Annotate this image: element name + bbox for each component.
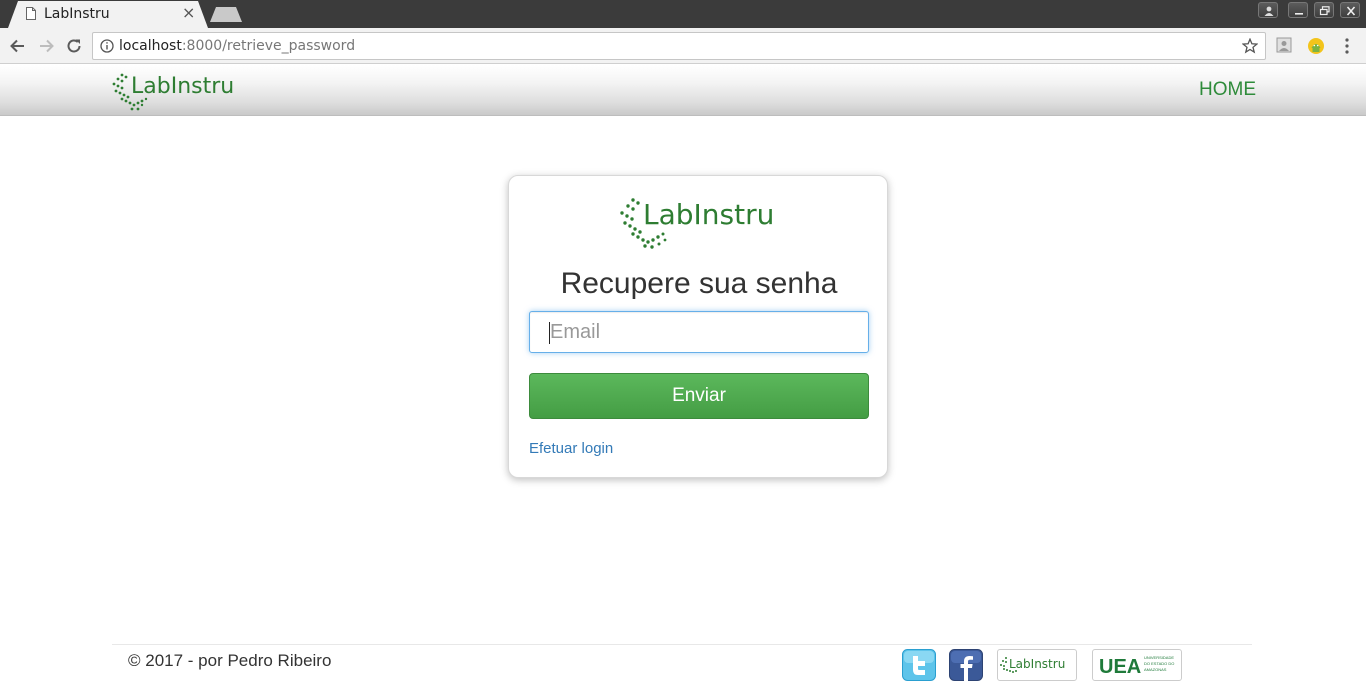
tab-close-icon[interactable]: × xyxy=(182,4,195,22)
person-icon xyxy=(1264,6,1274,16)
back-arrow-icon[interactable] xyxy=(8,36,28,56)
restore-icon xyxy=(1319,6,1330,16)
address-bar[interactable]: localhost:8000/retrieve_password xyxy=(92,32,1266,60)
site-header: LabInstru HOME xyxy=(0,65,1366,116)
info-icon[interactable] xyxy=(100,39,114,53)
uea-badge-logo: UEA UNIVERSIDADE DO ESTADO DO AMAZONAS xyxy=(1099,655,1174,678)
page-title: Recupere sua senha xyxy=(560,267,838,300)
retrieve-password-card: LabInstru Recupere sua senha Enviar Efet… xyxy=(508,175,888,478)
footer-divider xyxy=(112,644,1252,645)
minimize-button[interactable] xyxy=(1288,2,1308,18)
extension-profile-icon[interactable] xyxy=(1276,37,1292,53)
labinstru-badge-logo: LabInstru xyxy=(1000,657,1065,673)
profile-button[interactable] xyxy=(1258,2,1278,18)
restore-button[interactable] xyxy=(1314,2,1334,18)
close-icon xyxy=(1346,6,1356,16)
card-labinstru-logo: LabInstru xyxy=(620,198,774,249)
login-link[interactable]: Efetuar login xyxy=(529,440,613,457)
minimize-icon xyxy=(1295,13,1303,15)
labinstru-badge-text: LabInstru xyxy=(1009,657,1065,671)
page-icon xyxy=(26,7,36,20)
labinstru-badge[interactable]: LabInstru xyxy=(997,649,1077,681)
twitter-icon[interactable] xyxy=(902,649,936,681)
nav-home-link[interactable]: HOME xyxy=(1199,79,1256,101)
uea-badge-text: UEA xyxy=(1099,656,1141,678)
new-tab-button[interactable] xyxy=(210,7,242,22)
card-logo-text: LabInstru xyxy=(643,198,774,231)
url-host: localhost xyxy=(119,38,182,54)
browser-toolbar: localhost:8000/retrieve_password xyxy=(0,28,1366,64)
reload-icon[interactable] xyxy=(64,36,84,56)
copyright-text: © 2017 - por Pedro Ribeiro xyxy=(128,651,332,670)
header-logo-text: LabInstru xyxy=(131,74,234,99)
labinstru-logo[interactable]: LabInstru xyxy=(112,70,247,112)
facebook-icon[interactable] xyxy=(949,649,983,681)
forward-arrow-icon[interactable] xyxy=(36,36,56,56)
close-window-button[interactable] xyxy=(1340,2,1360,18)
email-field[interactable] xyxy=(529,311,869,353)
browser-tab-strip: LabInstru × xyxy=(0,0,1366,28)
tab-title: LabInstru xyxy=(44,6,110,22)
url-text: localhost:8000/retrieve_password xyxy=(119,38,355,54)
extension-android-icon[interactable] xyxy=(1307,37,1325,55)
url-path: :8000/retrieve_password xyxy=(181,38,356,54)
send-button[interactable]: Enviar xyxy=(529,373,869,419)
bookmark-star-icon[interactable] xyxy=(1242,38,1258,54)
browser-menu-icon[interactable] xyxy=(1345,38,1349,54)
uea-badge-subtext: UNIVERSIDADE DO ESTADO DO AMAZONAS xyxy=(1144,655,1174,672)
uea-badge[interactable]: UEA UNIVERSIDADE DO ESTADO DO AMAZONAS xyxy=(1092,649,1182,681)
text-caret xyxy=(549,322,550,344)
